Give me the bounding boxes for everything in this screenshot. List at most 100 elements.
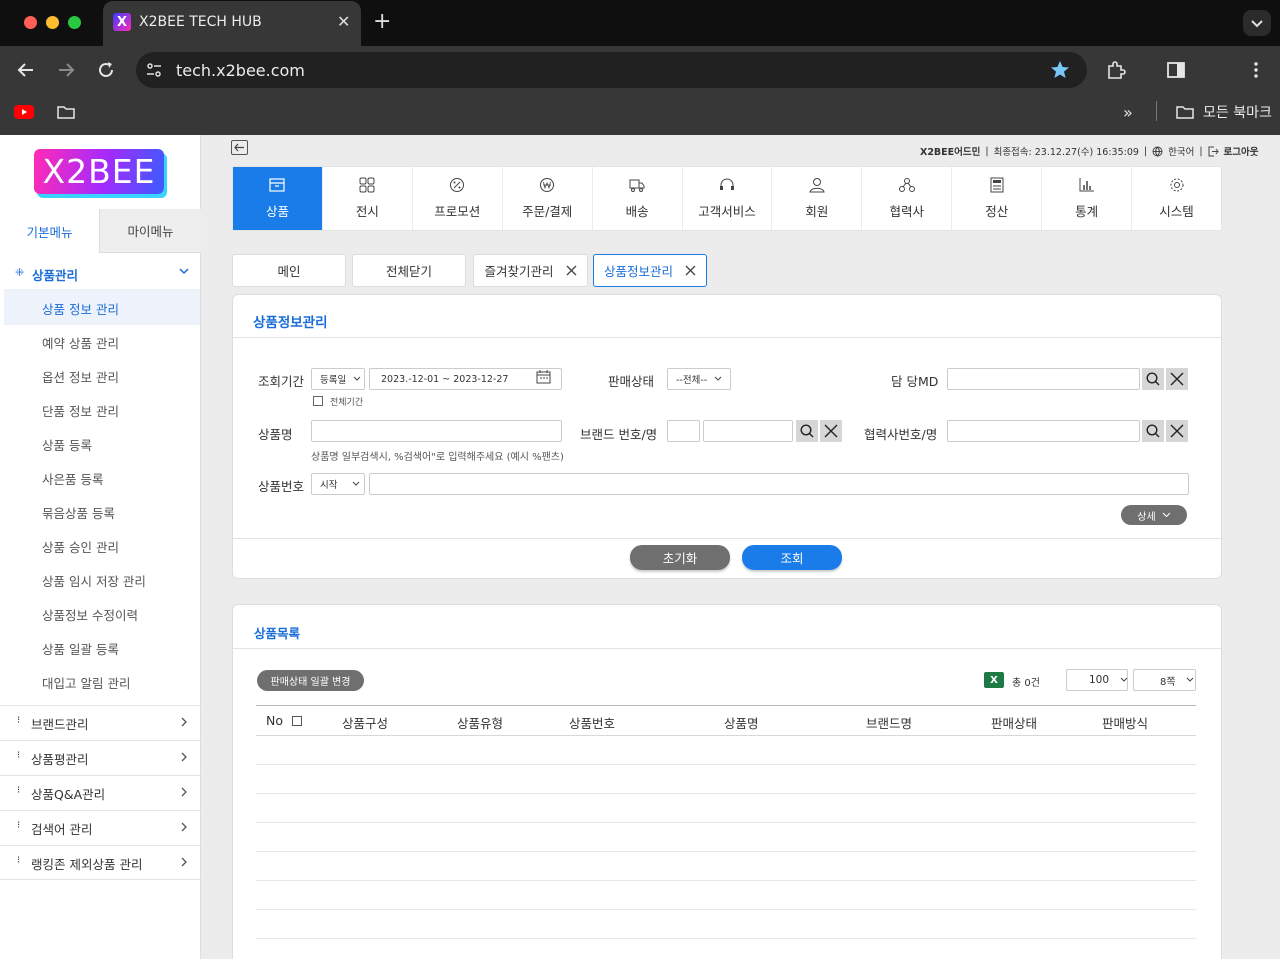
site-settings-icon[interactable] (145, 61, 163, 79)
nav-product[interactable]: 상품 (233, 167, 323, 230)
youtube-bookmark-icon[interactable] (14, 105, 34, 119)
side-panel-icon[interactable] (1166, 60, 1186, 80)
more-bookmarks-icon[interactable]: » (1123, 103, 1133, 122)
md-search-button[interactable] (1142, 368, 1164, 390)
extensions-icon[interactable] (1106, 60, 1126, 80)
x2bee-logo[interactable]: X2BEE (34, 149, 164, 194)
calendar-icon[interactable] (536, 370, 551, 385)
page-tab-product-info[interactable]: 상품정보관리 (593, 254, 707, 287)
sidebar-group-product[interactable] (0, 256, 201, 289)
forward-arrow-icon[interactable] (56, 60, 76, 80)
folder-bookmark-icon[interactable] (56, 103, 76, 121)
brand-number-input[interactable] (667, 420, 700, 442)
column-header-no[interactable]: No (266, 713, 283, 728)
nav-partner[interactable]: 협력사 (862, 167, 953, 230)
sidebar-item-bundle-register[interactable]: 묶음상품 등록 (42, 503, 115, 522)
sidebar-item-reserved-product[interactable]: 예약 상품 관리 (42, 333, 119, 352)
select-value: 시작 (320, 480, 338, 491)
sidebar-item-restock-alert[interactable]: 대입고 알림 관리 (42, 673, 130, 692)
column-header-sale-method[interactable]: 판매방식 (1102, 713, 1148, 732)
nav-system[interactable]: 시스템 (1132, 167, 1221, 230)
column-header-product-name[interactable]: 상품명 (724, 713, 759, 732)
tab-close-icon[interactable]: ✕ (337, 12, 350, 31)
sidebar-item-item-info[interactable]: 단품 정보 관리 (42, 401, 119, 420)
close-window-button[interactable] (24, 16, 37, 29)
chevron-up-icon[interactable] (178, 266, 190, 276)
nav-display[interactable]: 전시 (323, 167, 413, 230)
page-size-select[interactable]: 100 (1066, 669, 1128, 691)
nav-order[interactable]: 주문/결제 (503, 167, 593, 230)
all-period-checkbox[interactable] (313, 396, 323, 406)
nav-promotion[interactable]: 프로모션 (413, 167, 503, 230)
sidebar-item-bulk-register[interactable]: 상품 일괄 등록 (42, 639, 119, 658)
excel-download-icon[interactable]: X (984, 672, 1004, 688)
sidebar-item-approval[interactable]: 상품 승인 관리 (42, 537, 119, 556)
tab-basic-menu[interactable]: 기본메뉴 (0, 209, 100, 253)
sidebar-item-product-info[interactable]: 상품 정보 관리 (42, 299, 119, 318)
product-no-type-select[interactable]: 시작 (311, 473, 365, 495)
partner-clear-button[interactable] (1166, 420, 1188, 442)
partner-search-button[interactable] (1142, 420, 1164, 442)
nav-member[interactable]: 회원 (772, 167, 863, 230)
tab-my-menu[interactable]: 마이메뉴 (100, 209, 201, 253)
all-bookmarks-folder-icon[interactable] (1175, 103, 1195, 121)
search-button[interactable]: 조회 (742, 545, 842, 570)
bulk-status-change-button[interactable]: 판매상태 일괄 변경 (257, 670, 364, 691)
url-text[interactable]: tech.x2bee.com (176, 61, 305, 80)
nav-settlement[interactable]: 정산 (952, 167, 1043, 230)
brand-clear-button[interactable] (820, 420, 842, 442)
language-selector[interactable]: 한국어 (1168, 144, 1194, 158)
detail-toggle-button[interactable]: 상세 (1121, 505, 1187, 525)
collapse-sidebar-button[interactable] (231, 140, 248, 155)
column-header-brand[interactable]: 브랜드명 (866, 713, 912, 732)
close-icon[interactable] (685, 265, 696, 276)
product-list-panel (232, 604, 1222, 959)
tab-search-button[interactable] (1243, 10, 1271, 36)
nav-label: 정산 (985, 204, 1009, 219)
brand-name-input[interactable] (703, 420, 793, 442)
sidebar-item-product-register[interactable]: 상품 등록 (42, 435, 92, 454)
column-width-select[interactable]: 8쪽 (1133, 669, 1196, 691)
all-bookmarks-label[interactable]: 모든 북마크 (1203, 102, 1272, 122)
maximize-window-button[interactable] (68, 16, 81, 29)
sale-status-select[interactable]: --전체-- (667, 368, 731, 390)
sidebar-item-temp-save[interactable]: 상품 임시 저장 관리 (42, 571, 146, 590)
sidebar-item-gift-register[interactable]: 사은품 등록 (42, 469, 103, 488)
user-icon (809, 178, 825, 193)
back-arrow-icon[interactable] (16, 60, 36, 80)
nav-statistics[interactable]: 통계 (1042, 167, 1133, 230)
nav-label: 통계 (1075, 204, 1099, 219)
product-no-input[interactable] (369, 473, 1189, 495)
more-menu-icon[interactable] (1246, 60, 1266, 80)
product-name-input[interactable] (311, 420, 562, 442)
page-tab-main[interactable]: 메인 (232, 254, 346, 287)
globe-icon[interactable] (1152, 146, 1163, 157)
move-handle-icon: ⁝ (17, 820, 21, 831)
logout-link[interactable]: 로그아웃 (1224, 144, 1259, 158)
md-clear-button[interactable] (1166, 368, 1188, 390)
nav-delivery[interactable]: 배송 (593, 167, 683, 230)
partner-input[interactable] (947, 420, 1140, 442)
select-all-checkbox[interactable] (292, 716, 302, 726)
page-tab-close-all[interactable]: 전체닫기 (352, 254, 466, 287)
logout-icon[interactable] (1208, 146, 1219, 157)
bookmark-star-icon[interactable] (1049, 59, 1071, 81)
separator: | (1199, 145, 1203, 157)
nav-customer-service[interactable]: 고객서비스 (683, 167, 773, 230)
sidebar-item-option-info[interactable]: 옵션 정보 관리 (42, 367, 119, 386)
period-type-select[interactable]: 등록일 (311, 368, 365, 390)
new-tab-icon[interactable]: + (373, 9, 391, 34)
minimize-window-button[interactable] (46, 16, 59, 29)
column-header-type[interactable]: 상품유형 (457, 713, 503, 732)
column-header-sale-status[interactable]: 판매상태 (991, 713, 1037, 732)
reload-icon[interactable] (96, 60, 116, 80)
reset-button[interactable]: 초기화 (630, 545, 730, 570)
sidebar-item-edit-history[interactable]: 상품정보 수정이력 (42, 605, 138, 624)
close-icon[interactable] (566, 265, 577, 276)
column-header-product-no[interactable]: 상품번호 (569, 713, 615, 732)
date-range-input[interactable]: 2023.-12-01 ~ 2023-12-27 (369, 368, 562, 390)
md-input[interactable] (947, 368, 1140, 390)
brand-search-button[interactable] (796, 420, 818, 442)
page-tab-favorites[interactable]: 즐겨찾기관리 (473, 254, 588, 287)
column-header-composition[interactable]: 상품구성 (342, 713, 388, 732)
